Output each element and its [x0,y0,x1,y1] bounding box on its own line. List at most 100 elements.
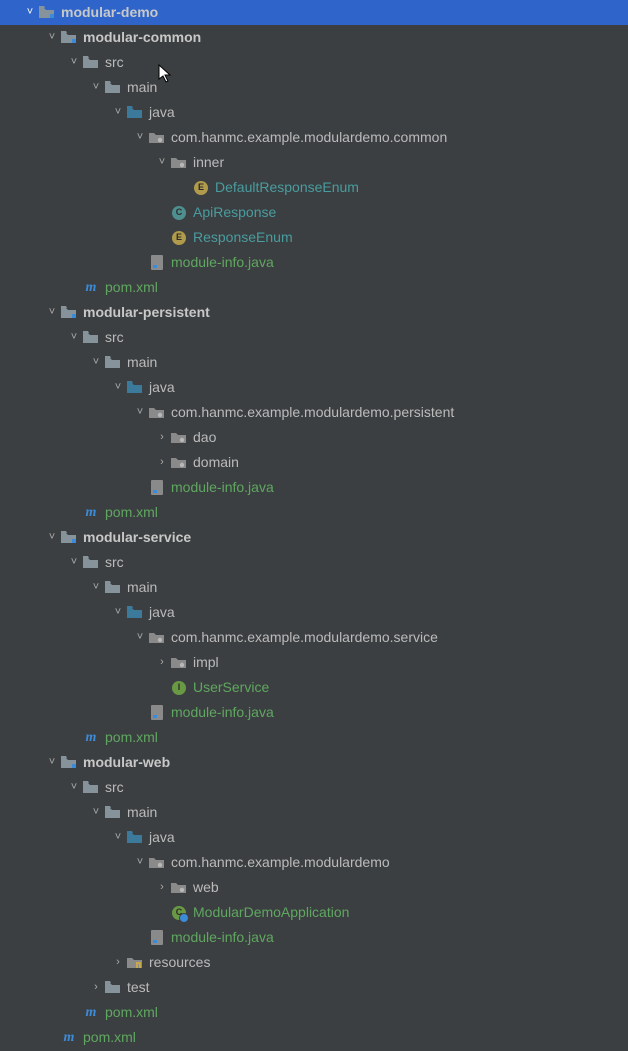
chevron-down-icon[interactable]: ˅ [66,325,82,350]
tree-row[interactable]: ˅ com.hanmc.example.modulardemo.persiste… [0,400,628,425]
tree-row[interactable]: mpom.xml [0,725,628,750]
tree-item-label: module-info.java [170,700,274,725]
tree-row[interactable]: ˅ java [0,375,628,400]
chevron-down-icon[interactable]: ˅ [88,575,104,600]
tree-row[interactable]: CApiResponse [0,200,628,225]
chevron-down-icon[interactable]: ˅ [132,625,148,650]
tree-row[interactable]: module-info.java [0,475,628,500]
folder-icon [104,981,122,994]
chevron-right-icon[interactable]: › [154,425,170,450]
module-folder-icon [60,531,78,544]
chevron-right-icon[interactable]: › [154,450,170,475]
tree-row[interactable]: EDefaultResponseEnum [0,175,628,200]
tree-item-label: java [148,825,175,850]
tree-item-label: main [126,575,157,600]
chevron-down-icon[interactable]: ˅ [66,775,82,800]
chevron-down-icon[interactable]: ˅ [88,75,104,100]
enum-class-icon: E [170,231,188,245]
tree-row[interactable]: ˅ java [0,825,628,850]
chevron-right-icon[interactable]: › [154,875,170,900]
tree-row[interactable]: ˅ inner [0,150,628,175]
project-tree[interactable]: ˅ modular-demo˅ modular-common˅ src˅ mai… [0,0,628,1050]
tree-row[interactable]: mpom.xml [0,1000,628,1025]
package-icon [170,156,188,169]
chevron-down-icon[interactable]: ˅ [154,150,170,175]
chevron-right-icon[interactable]: › [88,975,104,1000]
tree-item-label: main [126,800,157,825]
chevron-down-icon[interactable]: ˅ [132,125,148,150]
tree-row[interactable]: mpom.xml [0,1025,628,1050]
maven-pom-icon: m [82,725,100,750]
source-root-folder-icon [126,381,144,394]
tree-row[interactable]: › impl [0,650,628,675]
tree-row[interactable]: ˅ com.hanmc.example.modulardemo [0,850,628,875]
chevron-down-icon[interactable]: ˅ [66,50,82,75]
tree-item-label: pom.xml [104,725,158,750]
tree-row[interactable]: ˅ main [0,75,628,100]
chevron-down-icon[interactable]: ˅ [22,0,38,25]
tree-row[interactable]: ˅ modular-web [0,750,628,775]
tree-item-label: dao [192,425,216,450]
tree-item-label: main [126,350,157,375]
tree-row[interactable]: ˅ src [0,325,628,350]
tree-row[interactable]: module-info.java [0,700,628,725]
tree-row[interactable]: module-info.java [0,250,628,275]
tree-row[interactable]: module-info.java [0,925,628,950]
chevron-down-icon[interactable]: ˅ [132,850,148,875]
package-icon [170,656,188,669]
tree-row[interactable]: ˅ modular-common [0,25,628,50]
tree-row[interactable]: ˅ main [0,800,628,825]
tree-item-label: java [148,600,175,625]
tree-item-label: module-info.java [170,250,274,275]
chevron-down-icon[interactable]: ˅ [44,300,60,325]
folder-icon [82,56,100,69]
chevron-down-icon[interactable]: ˅ [44,25,60,50]
tree-row[interactable]: IUserService [0,675,628,700]
tree-row[interactable]: ˅ main [0,350,628,375]
chevron-right-icon[interactable]: › [154,650,170,675]
tree-row[interactable]: ˅ com.hanmc.example.modulardemo.service [0,625,628,650]
chevron-down-icon[interactable]: ˅ [44,750,60,775]
tree-item-label: pom.xml [104,275,158,300]
chevron-down-icon[interactable]: ˅ [110,600,126,625]
chevron-down-icon[interactable]: ˅ [88,350,104,375]
tree-row[interactable]: CModularDemoApplication [0,900,628,925]
tree-row[interactable]: › test [0,975,628,1000]
tree-row[interactable]: ˅ src [0,550,628,575]
tree-item-label: java [148,100,175,125]
tree-row[interactable]: › dao [0,425,628,450]
tree-row[interactable]: ˅ src [0,775,628,800]
folder-icon [82,781,100,794]
chevron-right-icon[interactable]: › [110,950,126,975]
tree-row[interactable]: EResponseEnum [0,225,628,250]
chevron-down-icon[interactable]: ˅ [66,550,82,575]
tree-row[interactable]: ˅ modular-demo [0,0,628,25]
source-root-folder-icon [126,831,144,844]
tree-row[interactable]: ˅ com.hanmc.example.modulardemo.common [0,125,628,150]
maven-pom-icon: m [82,1000,100,1025]
chevron-down-icon[interactable]: ˅ [110,825,126,850]
folder-icon [104,81,122,94]
tree-item-label: com.hanmc.example.modulardemo [170,850,390,875]
tree-row[interactable]: mpom.xml [0,275,628,300]
tree-row[interactable]: ˅ main [0,575,628,600]
tree-row[interactable]: ˅ modular-service [0,525,628,550]
tree-row[interactable]: ˅ java [0,100,628,125]
chevron-down-icon[interactable]: ˅ [88,800,104,825]
chevron-down-icon[interactable]: ˅ [110,375,126,400]
tree-row[interactable]: › web [0,875,628,900]
tree-row[interactable]: › domain [0,450,628,475]
module-folder-icon [60,756,78,769]
tree-item-label: modular-demo [60,0,158,25]
runnable-class-icon: C [170,906,188,920]
chevron-down-icon[interactable]: ˅ [110,100,126,125]
tree-row[interactable]: ˅ src [0,50,628,75]
tree-item-label: ApiResponse [192,200,276,225]
tree-row[interactable]: ˅ java [0,600,628,625]
tree-row[interactable]: › resources [0,950,628,975]
chevron-down-icon[interactable]: ˅ [44,525,60,550]
tree-item-label: pom.xml [104,1000,158,1025]
tree-row[interactable]: mpom.xml [0,500,628,525]
tree-row[interactable]: ˅ modular-persistent [0,300,628,325]
chevron-down-icon[interactable]: ˅ [132,400,148,425]
